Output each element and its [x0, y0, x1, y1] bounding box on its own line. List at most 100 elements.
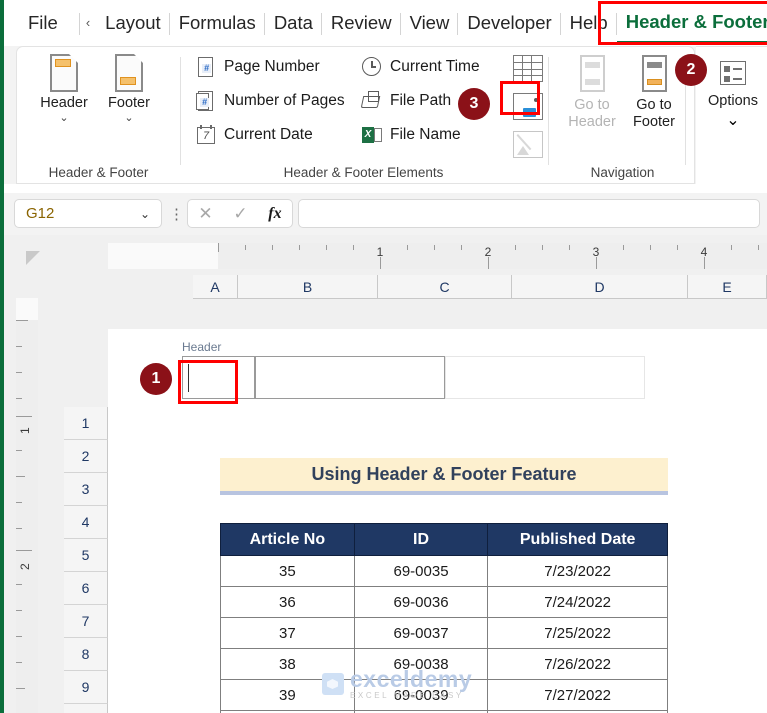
cell-published-date[interactable]: 7/25/2022	[487, 617, 668, 649]
row-header-7[interactable]: 7	[64, 605, 108, 638]
row-header-9[interactable]: 9	[64, 671, 108, 704]
column-header-d[interactable]: D	[512, 275, 688, 299]
column-header-c[interactable]: C	[378, 275, 512, 299]
tab-view[interactable]: View	[401, 1, 459, 45]
format-picture-button	[511, 131, 547, 163]
row-header-1[interactable]: 1	[64, 407, 108, 440]
tab-data[interactable]: Data	[265, 1, 322, 45]
formula-bar-overflow-icon[interactable]: ⋮	[169, 205, 184, 223]
column-header-article-no: Article No	[220, 523, 355, 556]
header-left-section[interactable]	[182, 356, 255, 399]
name-box[interactable]: G12 ⌄	[14, 199, 162, 228]
cell-article-no[interactable]: 39	[220, 679, 355, 711]
formula-input[interactable]	[298, 199, 760, 228]
sheet-name-button[interactable]	[511, 55, 547, 87]
tab-header-and-footer[interactable]: Header & Footer	[616, 2, 767, 44]
cell-article-no[interactable]: 38	[220, 648, 355, 680]
tab-review[interactable]: Review	[322, 1, 401, 45]
insert-function-icon[interactable]: fx	[268, 205, 281, 223]
cell-article-no[interactable]: 37	[220, 617, 355, 649]
ribbon-group-header-footer: Header ⌄ Footer ⌄ Header & Footer	[17, 47, 180, 185]
column-header-a[interactable]: A	[193, 275, 238, 299]
cell-id[interactable]: 69-0037	[353, 617, 489, 649]
table-row[interactable]: 38 69-0038 7/26/2022	[220, 648, 668, 680]
header-center-section[interactable]	[255, 356, 445, 399]
name-box-chevron-down-icon[interactable]: ⌄	[140, 207, 161, 221]
options-button[interactable]: Options ⌄	[702, 53, 764, 130]
footer-button[interactable]: Footer ⌄	[98, 53, 160, 124]
current-date-icon: 7	[195, 124, 217, 146]
table-row[interactable]: 35 69-0035 7/23/2022	[220, 555, 668, 587]
header-right-section[interactable]	[445, 356, 645, 399]
cell-article-no[interactable]: 36	[220, 586, 355, 618]
file-path-icon	[360, 90, 383, 112]
table-row[interactable]: 39 69-0039 7/27/2022	[220, 679, 668, 711]
cell-published-date[interactable]: 7/27/2022	[487, 679, 668, 711]
number-of-pages-label: Number of Pages	[224, 92, 345, 109]
cancel-icon[interactable]: ✕	[198, 204, 212, 224]
current-date-label: Current Date	[224, 126, 313, 143]
callout-badge-2: 2	[675, 54, 707, 86]
select-all-corner[interactable]	[26, 251, 40, 265]
column-header-e[interactable]: E	[688, 275, 767, 299]
ribbon-group-navigation-label: Navigation	[590, 165, 655, 180]
file-name-button[interactable]: X File Name	[361, 123, 461, 147]
name-box-value: G12	[26, 205, 55, 222]
number-of-pages-button[interactable]: # Number of Pages	[195, 89, 345, 113]
go-to-footer-label-line2: Footer	[633, 114, 675, 130]
tab-help[interactable]: Help	[561, 1, 617, 45]
tab-layout[interactable]: Layout	[96, 1, 170, 45]
column-header-id: ID	[353, 523, 489, 556]
cell-published-date[interactable]: 7/24/2022	[487, 586, 668, 618]
title-underline	[220, 491, 668, 495]
tab-formulas[interactable]: Formulas	[170, 1, 265, 45]
cell-id[interactable]: 69-0035	[353, 555, 489, 587]
row-header-column: 1 2 3 4 5 6 7 8 9 10	[64, 407, 108, 713]
current-time-button[interactable]: Current Time	[361, 55, 480, 79]
cell-id[interactable]: 69-0039	[353, 679, 489, 711]
options-icon	[720, 61, 746, 85]
page-layout-view: 1 2 3 4 5	[4, 235, 767, 713]
page-number-button[interactable]: # Page Number	[195, 55, 320, 79]
worksheet-title-cell[interactable]: Using Header & Footer Feature	[220, 458, 668, 491]
header-button-label: Header	[40, 95, 88, 111]
header-area-label: Header	[182, 340, 222, 354]
page-number-label: Page Number	[224, 58, 320, 75]
column-header-row: A B C D E	[108, 275, 767, 299]
current-time-icon	[361, 56, 383, 78]
tab-file[interactable]: File	[4, 1, 80, 45]
row-header-10[interactable]: 10	[64, 704, 108, 713]
cell-published-date[interactable]: 7/23/2022	[487, 555, 668, 587]
header-chevron-down-icon[interactable]: ⌄	[59, 112, 68, 124]
text-cursor	[188, 364, 189, 392]
ribbon-scroll-left-button[interactable]: ‹	[79, 1, 97, 45]
excel-window: File ‹ Layout Formulas Data Review View …	[0, 0, 767, 713]
cell-id[interactable]: 69-0038	[353, 648, 489, 680]
column-header-b[interactable]: B	[238, 275, 378, 299]
cell-published-date[interactable]: 7/26/2022	[487, 648, 668, 680]
file-name-label: File Name	[390, 126, 461, 143]
sheet-name-icon	[513, 55, 543, 82]
cell-id[interactable]: 69-0036	[353, 586, 489, 618]
row-header-6[interactable]: 6	[64, 572, 108, 605]
options-chevron-down-icon[interactable]: ⌄	[726, 110, 739, 130]
row-header-5[interactable]: 5	[64, 539, 108, 572]
number-of-pages-icon: #	[195, 90, 217, 112]
enter-icon[interactable]: ✓	[233, 204, 247, 224]
ribbon-group-header-footer-elements: # Page Number # Number of Pages 7 Curren…	[181, 47, 546, 185]
header-button[interactable]: Header ⌄	[33, 53, 95, 124]
row-header-3[interactable]: 3	[64, 473, 108, 506]
cell-article-no[interactable]: 35	[220, 555, 355, 587]
ribbon-bottom-fill	[4, 184, 767, 193]
row-header-2[interactable]: 2	[64, 440, 108, 473]
callout-badge-1: 1	[140, 363, 172, 395]
current-date-button[interactable]: 7 Current Date	[195, 123, 313, 147]
tab-developer[interactable]: Developer	[458, 1, 561, 45]
row-header-4[interactable]: 4	[64, 506, 108, 539]
file-path-button[interactable]: File Path	[360, 89, 451, 113]
table-row[interactable]: 36 69-0036 7/24/2022	[220, 586, 668, 618]
footer-chevron-down-icon[interactable]: ⌄	[124, 112, 133, 124]
row-header-8[interactable]: 8	[64, 638, 108, 671]
picture-button[interactable]	[511, 93, 547, 125]
table-row[interactable]: 37 69-0037 7/25/2022	[220, 617, 668, 649]
